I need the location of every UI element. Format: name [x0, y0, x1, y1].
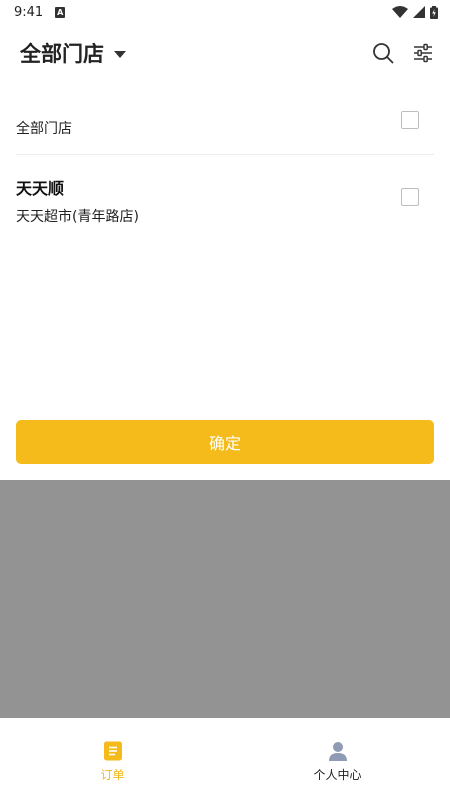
- list-item[interactable]: 天天顺 天天超市(青年路店): [16, 155, 434, 245]
- nav-item-profile[interactable]: 个人中心: [225, 718, 450, 800]
- caret-down-icon: [114, 50, 126, 58]
- status-right: [392, 5, 438, 19]
- nav-label-profile: 个人中心: [313, 768, 362, 782]
- user-icon: [328, 742, 347, 761]
- status-left: 9:41 A: [14, 4, 66, 20]
- store-list: 全部门店 天天顺 天天超市(青年路店): [16, 92, 434, 245]
- nav-label-orders: 订单: [100, 768, 125, 782]
- header: 全部门店: [0, 30, 450, 76]
- bottom-nav: 订单 个人中心: [0, 718, 450, 800]
- confirm-button[interactable]: 确定: [16, 420, 434, 464]
- status-time: 9:41: [14, 4, 44, 20]
- store-selector[interactable]: 全部门店: [20, 38, 126, 68]
- header-actions: [372, 42, 434, 64]
- list-item-all-stores[interactable]: 全部门店: [16, 92, 434, 155]
- status-bar: 9:41 A: [0, 0, 450, 24]
- dim-overlay[interactable]: [0, 480, 450, 718]
- signal-icon: [413, 6, 425, 18]
- brand-name: 天天顺: [16, 179, 65, 198]
- store-checkbox[interactable]: [401, 188, 419, 206]
- page-title: 全部门店: [20, 42, 104, 66]
- store-name: 天天超市(青年路店): [16, 209, 139, 225]
- all-stores-checkbox[interactable]: [401, 111, 419, 129]
- wifi-icon: [392, 6, 408, 18]
- all-stores-label: 全部门店: [16, 121, 72, 137]
- order-icon: [103, 741, 122, 761]
- battery-icon: [430, 5, 438, 19]
- a-icon: A: [55, 6, 66, 18]
- search-icon[interactable]: [372, 42, 394, 64]
- nav-item-orders[interactable]: 订单: [0, 718, 225, 800]
- filter-sliders-icon[interactable]: [412, 42, 434, 64]
